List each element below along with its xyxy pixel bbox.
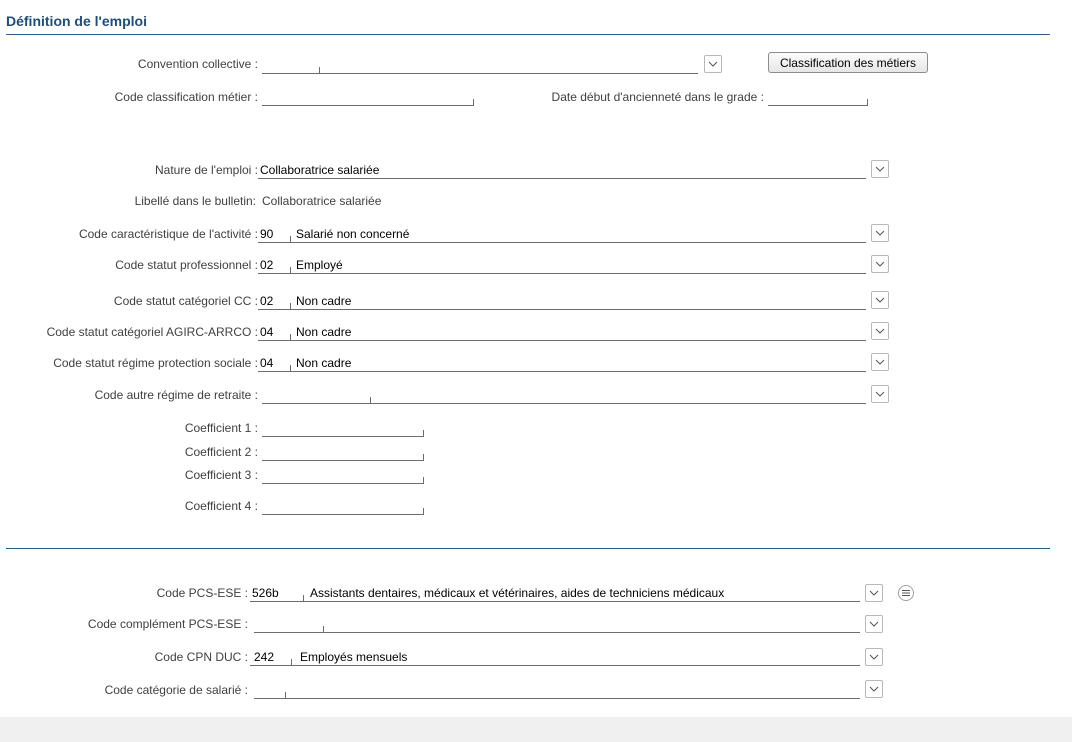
list-icon[interactable] <box>898 585 914 601</box>
coefficient-1-label: Coefficient 1 : <box>184 421 258 435</box>
code-pcs-code: 526b <box>252 586 279 600</box>
convention-combo[interactable] <box>262 72 698 74</box>
coefficient-2-input[interactable] <box>262 459 424 461</box>
code-statut-cc-combo[interactable] <box>258 308 866 310</box>
chevron-down-icon[interactable] <box>871 291 889 309</box>
code-statut-cc-code: 02 <box>260 294 274 308</box>
coefficient-3-label: Coefficient 3 : <box>184 468 258 482</box>
code-separator <box>291 659 292 665</box>
section-divider <box>6 548 1050 549</box>
code-pcs-combo[interactable] <box>250 600 860 602</box>
code-separator <box>370 397 371 403</box>
code-statut-pro-label: Code statut professionnel : <box>115 258 258 272</box>
code-cpn-label: Code CPN DUC : <box>154 650 248 664</box>
section-title: Définition de l'emploi <box>6 13 147 29</box>
field-end-tick <box>867 99 868 105</box>
code-statut-pro-text: Employé <box>296 258 343 272</box>
code-statut-cc-label: Code statut catégoriel CC : <box>113 294 258 308</box>
field-end-tick <box>423 454 424 460</box>
code-statut-cc-text: Non cadre <box>296 294 352 308</box>
date-anciennete-label: Date début d'ancienneté dans le grade : <box>551 90 764 104</box>
date-anciennete-input[interactable] <box>768 104 868 106</box>
nature-emploi-label: Nature de l'emploi : <box>154 163 258 177</box>
code-separator <box>303 595 304 601</box>
code-autre-regime-combo[interactable] <box>262 402 866 404</box>
code-separator <box>290 303 291 309</box>
chevron-down-icon[interactable] <box>871 385 889 403</box>
code-statut-regime-text: Non cadre <box>296 356 352 370</box>
chevron-down-icon[interactable] <box>871 160 889 178</box>
code-statut-agirc-text: Non cadre <box>296 325 352 339</box>
code-cpn-text: Employés mensuels <box>300 650 408 664</box>
code-statut-regime-code: 04 <box>260 356 274 370</box>
code-caracteristique-code: 90 <box>260 227 274 241</box>
chevron-down-icon[interactable] <box>871 353 889 371</box>
field-end-tick <box>423 477 424 483</box>
chevron-down-icon[interactable] <box>704 55 722 73</box>
code-cpn-code: 242 <box>254 650 275 664</box>
code-statut-agirc-label: Code statut catégoriel AGIRC-ARRCO : <box>46 325 258 339</box>
field-end-tick <box>423 430 424 436</box>
code-categorie-combo[interactable] <box>254 697 860 699</box>
chevron-down-icon[interactable] <box>871 322 889 340</box>
code-separator <box>323 626 324 632</box>
code-separator <box>290 365 291 371</box>
chevron-down-icon[interactable] <box>871 224 889 242</box>
nature-emploi-combo[interactable] <box>258 177 866 179</box>
chevron-down-icon[interactable] <box>865 615 883 633</box>
code-pcs-text: Assistants dentaires, médicaux et vétéri… <box>310 586 725 600</box>
code-separator <box>285 692 286 698</box>
code-cpn-combo[interactable] <box>250 664 860 666</box>
code-classification-input[interactable] <box>262 104 474 106</box>
nature-emploi-value: Collaboratrice salariée <box>260 163 380 177</box>
field-end-tick <box>423 508 424 514</box>
code-classification-label: Code classification métier : <box>114 90 258 104</box>
code-statut-agirc-combo[interactable] <box>258 339 866 341</box>
code-categorie-label: Code catégorie de salarié : <box>104 683 248 697</box>
code-caracteristique-text: Salarié non concerné <box>296 227 410 241</box>
code-separator <box>290 334 291 340</box>
coefficient-3-input[interactable] <box>262 482 424 484</box>
coefficient-2-label: Coefficient 2 : <box>184 445 258 459</box>
libelle-bulletin-value: Collaboratrice salariée <box>262 194 382 208</box>
code-pcs-label: Code PCS-ESE : <box>156 586 248 600</box>
code-statut-pro-code: 02 <box>260 258 274 272</box>
code-complement-pcs-label: Code complément PCS-ESE : <box>87 617 248 631</box>
convention-separator <box>319 67 320 73</box>
code-caracteristique-combo[interactable] <box>258 241 866 243</box>
code-statut-pro-combo[interactable] <box>258 272 866 274</box>
code-statut-regime-label: Code statut régime protection sociale : <box>53 356 258 370</box>
coefficient-4-label: Coefficient 4 : <box>184 499 258 513</box>
chevron-down-icon[interactable] <box>871 255 889 273</box>
field-end-tick <box>473 99 474 105</box>
convention-label: Convention collective : <box>137 57 258 71</box>
section-divider <box>6 34 1050 35</box>
coefficient-4-input[interactable] <box>262 513 424 515</box>
code-autre-regime-label: Code autre régime de retraite : <box>94 388 258 402</box>
code-separator <box>290 267 291 273</box>
code-statut-regime-combo[interactable] <box>258 370 866 372</box>
chevron-down-icon[interactable] <box>865 680 883 698</box>
code-complement-pcs-combo[interactable] <box>254 631 860 633</box>
code-separator <box>290 236 291 242</box>
code-caracteristique-label: Code caractéristique de l'activité : <box>78 227 258 241</box>
footer-bar <box>0 717 1072 742</box>
libelle-bulletin-label: Libellé dans le bulletin: <box>134 194 256 208</box>
coefficient-1-input[interactable] <box>262 435 424 437</box>
code-statut-agirc-code: 04 <box>260 325 274 339</box>
chevron-down-icon[interactable] <box>865 648 883 666</box>
classification-metiers-button[interactable]: Classification des métiers <box>768 52 928 73</box>
chevron-down-icon[interactable] <box>865 584 883 602</box>
